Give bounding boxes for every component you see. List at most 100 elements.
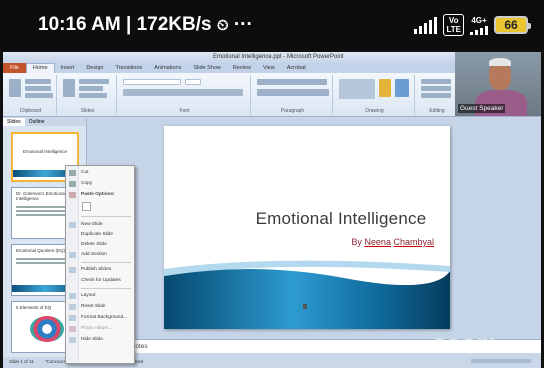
group-label: Slides xyxy=(80,108,95,114)
menu-item-hide-slide[interactable]: Hide Slide xyxy=(81,336,133,344)
menu-item-duplicate-slide[interactable]: Duplicate Slide xyxy=(81,231,133,239)
zoom-watermark: zoom xyxy=(434,330,499,356)
tab-insert[interactable]: Insert xyxy=(55,65,81,71)
mouse-pointer-icon xyxy=(303,304,307,309)
net-4g-indicator: 4G+ xyxy=(470,16,488,35)
font-group: Font xyxy=(119,75,251,115)
phone-screen: 10:16 AM | 172KB/s ⏲ ··· Vo LTE 4G+ 66 E… xyxy=(0,0,544,368)
format-painter-icon[interactable] xyxy=(25,93,53,98)
shapes-gallery[interactable] xyxy=(339,79,375,99)
current-slide[interactable]: Emotional Intelligence By Neena Chambyal xyxy=(164,126,450,329)
quick-styles-icon[interactable] xyxy=(395,79,409,97)
slide-subtitle[interactable]: By Neena Chambyal xyxy=(284,237,434,247)
menu-item-add-section[interactable]: Add Section xyxy=(81,251,133,259)
signal-icon xyxy=(414,16,438,34)
group-label: Paragraph xyxy=(280,108,305,114)
align-buttons[interactable] xyxy=(257,89,329,96)
menu-item-new-slide[interactable]: New Slide xyxy=(81,221,133,229)
status-time-speed: 10:16 AM | 172KB/s ⏲ ··· xyxy=(38,14,253,36)
font-style-buttons[interactable] xyxy=(123,89,243,96)
more-dots: ··· xyxy=(233,14,253,35)
status-time: 10:16 AM | 172KB/s xyxy=(38,14,212,35)
speaker-name-label: Guest Speaker xyxy=(458,104,506,113)
paste-icon[interactable] xyxy=(9,79,21,97)
layout-icon[interactable] xyxy=(79,79,109,84)
tab-review[interactable]: Review xyxy=(227,65,257,71)
menu-item-photo-album[interactable]: Photo Album... xyxy=(81,325,133,333)
paste-icon xyxy=(69,192,76,198)
menu-item-delete-slide[interactable]: Delete Slide xyxy=(81,241,133,249)
group-label: Drawing xyxy=(365,108,384,114)
subtitle-by: By xyxy=(351,237,362,247)
net-type: 4G+ xyxy=(471,15,487,25)
section-icon xyxy=(69,252,76,258)
signal-icon-2 xyxy=(470,25,488,35)
publish-icon xyxy=(69,267,76,273)
eq-diagram-icon xyxy=(30,316,64,342)
tab-design[interactable]: Design xyxy=(80,65,109,71)
new-slide-icon xyxy=(69,222,76,228)
speaker-video-tile[interactable]: Guest Speaker xyxy=(455,52,541,116)
paragraph-buttons[interactable] xyxy=(257,79,327,85)
tab-outline[interactable]: Outline xyxy=(25,118,49,126)
find-icon[interactable] xyxy=(421,79,451,84)
font-name-box[interactable] xyxy=(123,79,181,85)
tab-slide-show[interactable]: Slide Show xyxy=(187,65,227,71)
menu-item-layout[interactable]: Layout xyxy=(81,292,133,300)
tab-view[interactable]: View xyxy=(257,65,281,71)
group-label: Editing xyxy=(429,108,445,114)
subtitle-first-name: Neena xyxy=(364,237,391,247)
paste-option-icon[interactable] xyxy=(82,202,91,211)
hide-slide-icon xyxy=(69,337,76,343)
group-label: Font xyxy=(179,108,190,114)
context-menu: Cut Copy Paste Options: New Slide Duplic… xyxy=(65,165,135,364)
tab-transitions[interactable]: Transitions xyxy=(109,65,148,71)
paragraph-group: Paragraph xyxy=(253,75,333,115)
menu-item-reset-slide[interactable]: Reset Slide xyxy=(81,303,133,311)
tab-animations[interactable]: Animations xyxy=(148,65,187,71)
slide-title[interactable]: Emotional Intelligence xyxy=(236,209,446,229)
background-icon xyxy=(69,315,76,321)
status-slide-count: Slide 1 of 11 xyxy=(9,359,34,364)
select-icon[interactable] xyxy=(421,93,451,98)
tab-home[interactable]: Home xyxy=(25,63,55,73)
menu-item-check-updates[interactable]: Check for Updates xyxy=(81,277,133,285)
font-size-box[interactable] xyxy=(185,79,201,85)
pane-tabs: Slides Outline xyxy=(3,118,86,126)
subtitle-last-name: Chambyal xyxy=(393,237,434,247)
copy-icon xyxy=(69,181,76,187)
reset-icon xyxy=(69,304,76,310)
window-title: Emotional Intelligence.ppt - Microsoft P… xyxy=(213,54,344,60)
speaker-hair xyxy=(489,58,511,66)
cut-icon xyxy=(69,170,76,176)
alarm-icon: ⏲ xyxy=(216,17,229,34)
tab-slides[interactable]: Slides xyxy=(3,118,25,126)
copy-icon[interactable] xyxy=(25,86,51,91)
menu-item-format-background[interactable]: Format Background... xyxy=(81,314,133,322)
replace-icon[interactable] xyxy=(421,86,451,91)
thumbnail-title: Emotional Intelligence xyxy=(22,149,68,154)
clipboard-group: Clipboard xyxy=(5,75,57,115)
drawing-group: Drawing xyxy=(335,75,415,115)
volte-badge: Vo LTE xyxy=(443,14,464,36)
group-label: Clipboard xyxy=(19,108,42,114)
new-slide-icon[interactable] xyxy=(63,79,75,97)
menu-item-cut[interactable]: Cut xyxy=(81,169,133,177)
photo-album-icon xyxy=(69,326,76,332)
slide-editor: Emotional Intelligence By Neena Chambyal xyxy=(88,118,541,347)
menu-item-publish-slides[interactable]: Publish Slides xyxy=(81,266,133,274)
section-icon[interactable] xyxy=(79,93,107,98)
arrange-icon[interactable] xyxy=(379,79,391,97)
menu-item-copy[interactable]: Copy xyxy=(81,180,133,188)
tab-file[interactable]: File xyxy=(3,63,26,73)
zoom-slider[interactable] xyxy=(471,359,531,363)
cut-icon[interactable] xyxy=(25,79,51,84)
android-status-bar: 10:16 AM | 172KB/s ⏲ ··· Vo LTE 4G+ 66 xyxy=(0,0,544,50)
editing-group: Editing xyxy=(417,75,457,115)
tab-acrobat[interactable]: Acrobat xyxy=(281,65,312,71)
reset-icon[interactable] xyxy=(79,86,103,91)
slides-group: Slides xyxy=(59,75,117,115)
battery-icon: 66 xyxy=(494,16,531,34)
status-right-cluster: Vo LTE 4G+ 66 xyxy=(414,14,531,36)
layout-icon xyxy=(69,293,76,299)
